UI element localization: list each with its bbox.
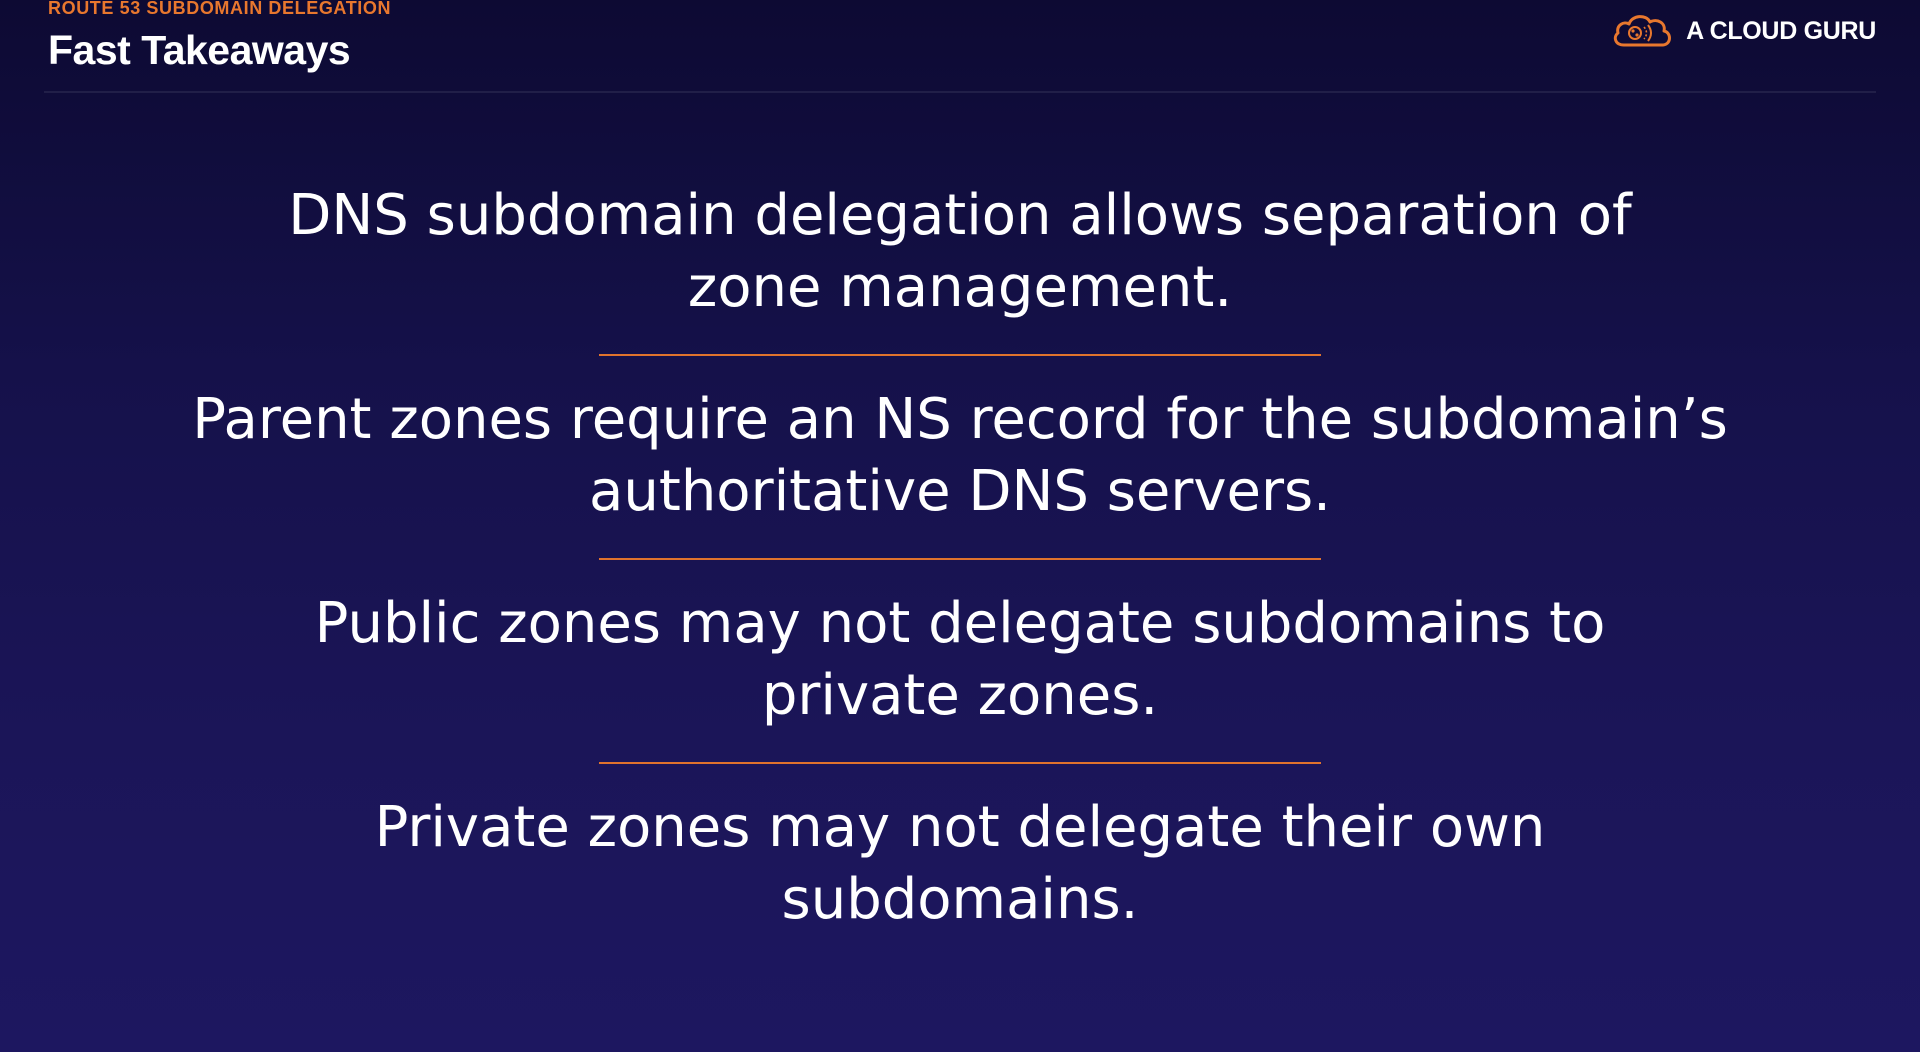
header-divider (44, 91, 1876, 93)
cloud-logo-icon (1613, 15, 1672, 47)
brand-name: A CLOUD GURU (1686, 16, 1876, 45)
takeaway-item: Parent zones require an NS record for th… (192, 387, 1728, 524)
takeaway-item: DNS subdomain delegation allows separati… (288, 183, 1632, 320)
takeaway-item: Private zones may not delegate their own… (374, 795, 1546, 932)
takeaway-divider (599, 762, 1321, 764)
takeaway-item: Public zones may not delegate subdomains… (314, 591, 1606, 728)
takeaway-divider (599, 558, 1321, 560)
brand: A CLOUD GURU (1610, 10, 1876, 52)
slide-title: Fast Takeaways (48, 27, 351, 73)
section-eyebrow: ROUTE 53 SUBDOMAIN DELEGATION (48, 0, 392, 18)
takeaway-divider (599, 354, 1321, 356)
takeaway-list: DNS subdomain delegation allows separati… (0, 180, 1920, 936)
